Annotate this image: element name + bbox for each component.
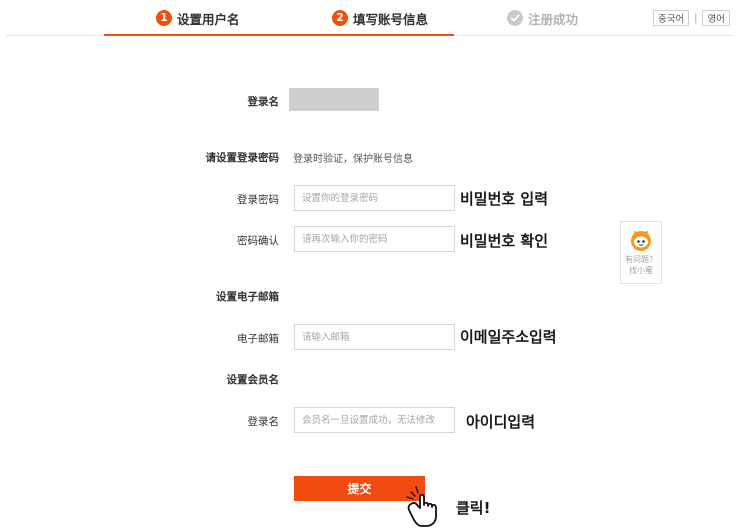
pointing-hand-icon [406, 486, 437, 527]
member-section-title: 设置会员名 [226, 374, 280, 386]
step-bar: 1 设置用户名 2 填写账号信息 注册成功 중국어 | 영어 [0, 0, 740, 36]
annotation-email: 이메일주소입력 [460, 328, 557, 346]
active-step-underline [104, 34, 454, 36]
annotation-id: 아이디입력 [466, 413, 536, 431]
language-switcher: 중국어 | 영어 [653, 10, 730, 26]
annotation-click: 클릭! [456, 499, 491, 517]
language-chinese-button[interactable]: 중국어 [653, 10, 690, 26]
check-icon [507, 10, 523, 26]
password-section-title: 请设置登录密码 [205, 152, 280, 164]
step-2: 2 填写账号信息 [332, 8, 428, 28]
login-name-value [289, 88, 379, 111]
confirm-password-label: 密码确认 [237, 235, 279, 247]
email-input[interactable] [294, 324, 455, 350]
member-name-input[interactable] [294, 407, 455, 433]
email-label: 电子邮箱 [237, 333, 279, 345]
help-widget-line2: 找小蜜 [629, 266, 653, 275]
annotation-password: 비밀번호 입력 [460, 190, 549, 208]
robot-face-icon [631, 231, 651, 251]
password-section-hint: 登录时验证，保护账号信息 [293, 154, 413, 165]
help-widget-line1: 有问题？ [625, 255, 657, 264]
login-name-label: 登录名 [247, 96, 280, 108]
step-2-number: 2 [332, 10, 348, 26]
step-3-label: 注册成功 [528, 11, 579, 27]
password-label: 登录密码 [237, 194, 279, 206]
step-2-label: 填写账号信息 [353, 11, 429, 27]
step-1: 1 设置用户名 [156, 8, 240, 28]
language-separator: | [694, 12, 698, 24]
step-1-label: 设置用户名 [177, 11, 240, 27]
email-section-title: 设置电子邮箱 [216, 291, 279, 303]
step-1-number: 1 [156, 10, 172, 26]
confirm-password-input[interactable] [294, 226, 455, 252]
language-english-button[interactable]: 영어 [702, 10, 730, 26]
member-name-label: 登录名 [247, 416, 280, 428]
annotation-confirm: 비밀번호 확인 [460, 232, 549, 250]
step-3: 注册成功 [507, 8, 578, 28]
password-input[interactable] [294, 185, 455, 211]
help-widget[interactable]: 有问题？ 找小蜜 [620, 221, 662, 284]
